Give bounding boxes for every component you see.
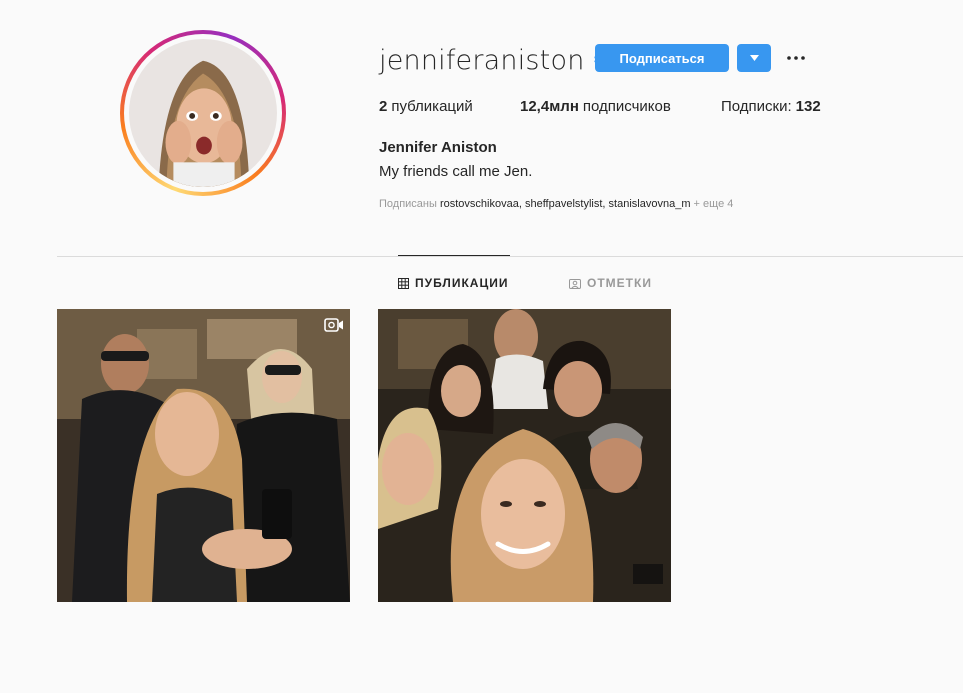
avatar-frame [124,34,282,192]
post-image [378,309,671,602]
follow-button[interactable]: Подписаться [595,44,729,72]
followers-link[interactable]: 12,4млн подписчиков [520,98,721,115]
video-icon [324,318,343,332]
post-image [57,309,350,602]
posts-count-value: 2 [379,98,388,115]
followed-by-prefix: Подписаны [379,198,437,210]
tagged-icon [569,278,581,289]
tab-tagged[interactable]: ОТМЕТКИ [569,276,652,290]
profile-page: jenniferaniston Подписаться 2 публикаций… [0,0,963,693]
avatar[interactable] [129,39,277,187]
username-row: jenniferaniston [379,42,611,78]
followers-count-label: подписчиков [582,98,671,115]
following-count-value: 132 [795,98,821,115]
followed-by-user[interactable]: sheffpavelstylist, [525,198,606,210]
post-thumbnail[interactable] [378,309,671,602]
tab-tagged-label: ОТМЕТКИ [587,276,652,290]
posts-count-label: публикаций [391,98,473,115]
username: jenniferaniston [379,44,585,76]
followed-by-user[interactable]: stanislavovna_m [609,198,691,210]
caret-down-icon [749,55,759,61]
followed-by-more[interactable]: + еще 4 [694,198,734,210]
story-ring[interactable] [120,30,286,196]
grid-icon [398,277,409,289]
post-thumbnail[interactable] [57,309,350,602]
full-name: Jennifer Aniston [379,139,497,156]
following-link[interactable]: Подписки: 132 [721,98,821,115]
posts-count: 2 публикаций [379,98,520,115]
tab-posts-label: ПУБЛИКАЦИИ [415,276,509,290]
following-label: Подписки: [721,98,792,115]
suggestions-dropdown-button[interactable] [737,44,771,72]
more-options-icon [787,56,805,60]
followed-by[interactable]: Подписаны rostovschikovaa, sheffpavelsty… [379,198,733,210]
options-button[interactable] [783,46,809,70]
bio: My friends call me Jen. [379,163,533,180]
followers-count-value: 12,4млн [520,98,579,115]
active-tab-indicator [398,255,510,256]
tab-posts[interactable]: ПУБЛИКАЦИИ [398,276,508,290]
profile-stats: 2 публикаций 12,4млн подписчиков Подписк… [379,98,821,115]
tabs-divider [57,256,963,257]
followed-by-user[interactable]: rostovschikovaa, [440,198,522,210]
